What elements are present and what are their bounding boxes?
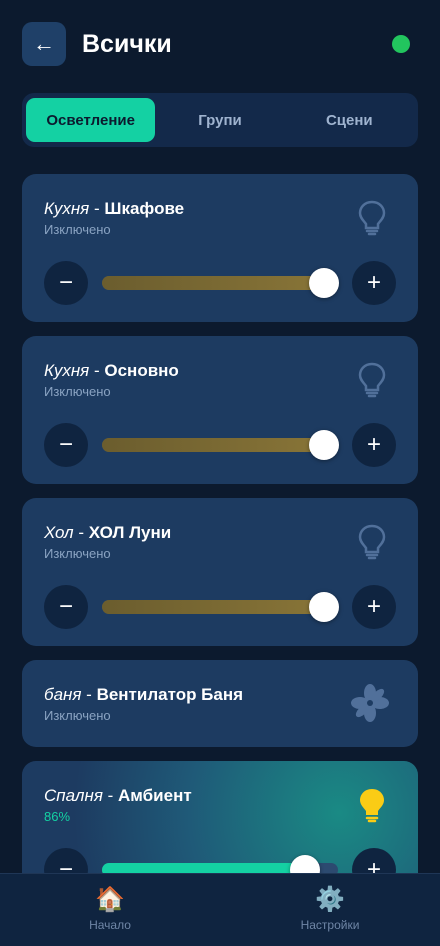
device-card[interactable]: Кухня - Шкафове Изключено − + — [22, 174, 418, 322]
bottom-nav: 🏠 Начало ⚙️ Настройки — [0, 873, 440, 946]
decrease-button[interactable]: − — [44, 423, 88, 467]
nav-item-settings[interactable]: ⚙️ Настройки — [220, 874, 440, 946]
tab-groups[interactable]: Групи — [155, 98, 284, 142]
nav-label: Начало — [89, 918, 131, 932]
page-title: Всички — [82, 29, 172, 58]
back-button[interactable]: ← — [22, 22, 66, 66]
device-room: Хол — [44, 523, 74, 542]
brightness-slider[interactable] — [102, 592, 339, 622]
device-name: ХОЛ Луни — [88, 523, 172, 542]
device-name: Основно — [104, 361, 179, 380]
tab-scenes[interactable]: Сцени — [285, 98, 414, 142]
slider-fill — [102, 276, 338, 290]
device-room: баня — [44, 685, 82, 704]
device-room: Кухня — [44, 199, 90, 218]
device-title: баня - Вентилатор Баня — [44, 685, 244, 704]
nav-item-home[interactable]: 🏠 Начало — [0, 874, 220, 946]
brightness-slider[interactable] — [102, 268, 339, 298]
device-name: Амбиент — [118, 786, 192, 805]
bulb-icon[interactable] — [354, 198, 390, 238]
decrease-button[interactable]: − — [44, 261, 88, 305]
device-room: Кухня — [44, 361, 90, 380]
home-icon: 🏠 — [95, 886, 125, 913]
device-card[interactable]: Кухня - Основно Изключено − + — [22, 336, 418, 484]
increase-button[interactable]: + — [352, 261, 396, 305]
device-name: Шкафове — [104, 199, 185, 218]
device-title: Кухня - Шкафове — [44, 199, 185, 218]
slider-thumb[interactable] — [309, 268, 339, 298]
device-card[interactable]: баня - Вентилатор Баня Изключено — [22, 660, 418, 747]
tab-lighting[interactable]: Осветление — [26, 98, 156, 142]
device-status: Изключено — [44, 546, 111, 561]
gear-icon: ⚙️ — [315, 886, 345, 913]
slider-fill — [102, 600, 338, 614]
device-card[interactable]: Хол - ХОЛ Луни Изключено − + — [22, 498, 418, 646]
slider-thumb[interactable] — [309, 430, 339, 460]
device-title: Хол - ХОЛ Луни — [44, 523, 172, 542]
fan-icon[interactable] — [350, 683, 390, 723]
device-status: 86% — [44, 809, 71, 824]
device-status: Изключено — [44, 222, 111, 237]
connection-status-dot — [392, 35, 410, 53]
device-room: Спалня — [44, 786, 103, 805]
device-status: Изключено — [44, 708, 111, 723]
increase-button[interactable]: + — [352, 423, 396, 467]
bulb-icon[interactable] — [354, 785, 390, 825]
slider-thumb[interactable] — [309, 592, 339, 622]
increase-button[interactable]: + — [352, 585, 396, 629]
nav-label: Настройки — [300, 918, 360, 932]
device-title: Спалня - Амбиент — [44, 786, 192, 805]
arrow-left-icon: ← — [33, 31, 55, 56]
bulb-icon[interactable] — [354, 522, 390, 562]
header: ← Всички — [22, 22, 418, 66]
slider-fill — [102, 438, 338, 452]
brightness-slider[interactable] — [102, 430, 339, 460]
device-name: Вентилатор Баня — [96, 685, 244, 704]
decrease-button[interactable]: − — [44, 585, 88, 629]
device-status: Изключено — [44, 384, 111, 399]
device-title: Кухня - Основно — [44, 361, 179, 380]
tab-bar: Осветление Групи Сцени — [22, 93, 418, 147]
bulb-icon[interactable] — [354, 360, 390, 400]
